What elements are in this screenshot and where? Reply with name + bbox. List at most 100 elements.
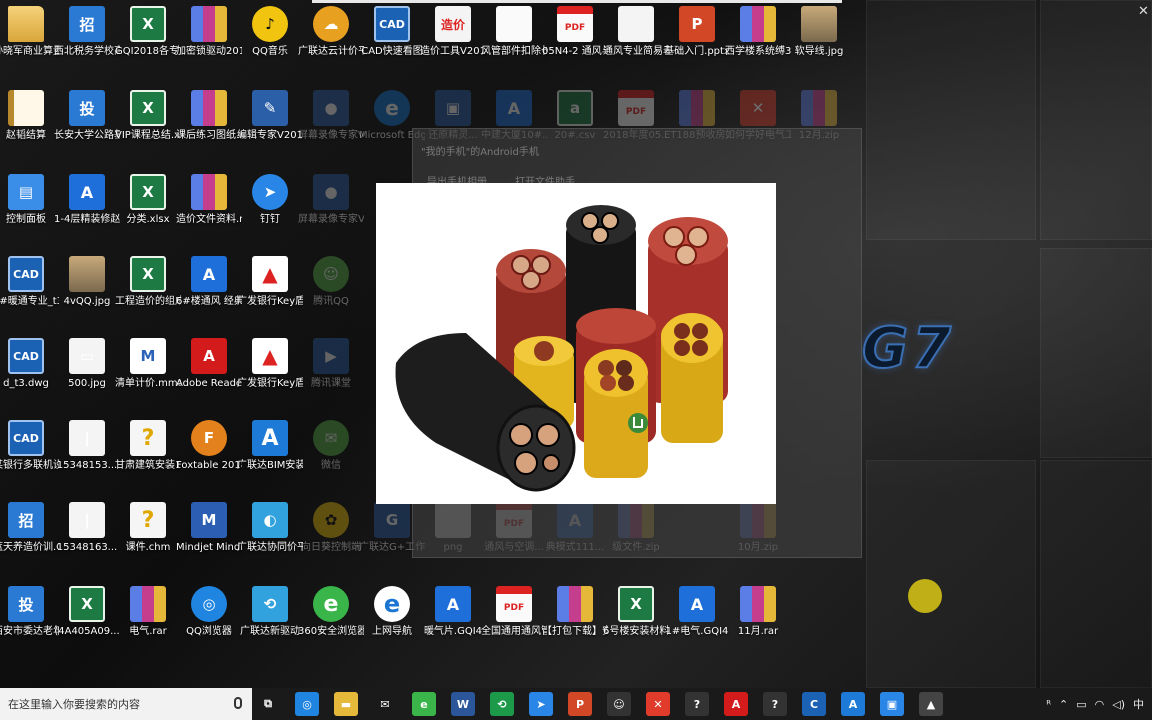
chm-icon[interactable]: ? [685, 692, 709, 716]
recorder-icon: ● [313, 174, 349, 210]
powerpoint-icon[interactable]: P [568, 692, 592, 716]
desktop-icon[interactable]: ◐ 广联达协同价平台 GB... [237, 498, 303, 578]
desktop-icon[interactable]: | 15348163... [55, 498, 119, 578]
desktop-icon[interactable]: ▭ 500.jpg [55, 334, 119, 414]
desktop-icon[interactable]: PDF 05N4-2 通风与空调工程... [542, 2, 608, 82]
desktop-icon[interactable]: X 工程造价的组成.xlsx [115, 252, 181, 332]
desktop-icon[interactable]: 软导线.jpg [787, 2, 851, 82]
desktop-icon[interactable]: X VIP课程总结.xlsx [115, 86, 181, 166]
rar-icon [740, 586, 776, 622]
desktop-icon[interactable]: X (4A405A09... [54, 582, 120, 662]
desktop-icon[interactable]: 赵韬结算 [0, 86, 58, 166]
desktop-icon[interactable]: 风管部件扣除长度.png [481, 2, 547, 82]
desktop-icon[interactable]: 【打包下载】安装常用材... [542, 582, 608, 662]
word-icon[interactable]: W [451, 692, 475, 716]
desktop-icon[interactable]: ➤ 钉钉 [238, 170, 302, 250]
desktop-icon[interactable]: A 广联达BIM安装计量GQI... [237, 416, 303, 496]
desktop-icon[interactable]: 通风专业简易表格算量G... [603, 2, 669, 82]
network-icon[interactable]: ▭ [1076, 698, 1086, 711]
desktop-icon[interactable]: CAD d_t3.dwg [0, 334, 58, 414]
desktop-icon[interactable]: 招西北税务学校高层住宅楼... [54, 2, 120, 82]
desktop-icon[interactable]: CAD CAD快速看图 [360, 2, 424, 82]
photos-icon[interactable]: ▲ [919, 692, 943, 716]
desktop-icon[interactable]: ● 屏幕录像专家V2018 [298, 170, 364, 250]
desktop-icon[interactable]: 西学楼系统缚3个文件.zip [725, 2, 791, 82]
taskbar: 在这里输入你要搜索的内容 ⧉ ◎ ▬ ✉ e W ⟲ ➤ P ☺ ✕? A? C A ▣ ▲ ᴿ ⌃ ▭ ◠ … [0, 688, 1152, 720]
desktop-icon[interactable]: ▶ 腾讯课堂 [299, 334, 363, 414]
adobe-icon[interactable]: A [724, 692, 748, 716]
qq-browser-icon[interactable]: ◎ [295, 692, 319, 716]
cable-photo-viewer[interactable] [376, 183, 776, 504]
desktop-icon[interactable]: P 基础入门.pptx [664, 2, 730, 82]
xmind-icon[interactable]: ✕ [646, 692, 670, 716]
desktop-icon[interactable]: F Foxtable 2018 [176, 416, 242, 496]
desktop-icon[interactable]: X 分类.xlsx [116, 170, 180, 250]
desktop-icon[interactable]: ▤ 控制面板 [0, 170, 58, 250]
microphone-icon[interactable] [234, 697, 242, 709]
cursor-highlight [908, 579, 942, 613]
desktop-icon[interactable]: ♪ QQ音乐 [238, 2, 302, 82]
desktop-icon[interactable]: ◎ QQ浏览器 [177, 582, 241, 662]
people-icon[interactable]: ᴿ [1046, 698, 1051, 711]
desktop-icon[interactable]: X 6号楼安装材料价.xls [603, 582, 669, 662]
desktop-icon[interactable]: ✉ 微信 [299, 416, 363, 496]
desktop-icon[interactable]: ? 甘肃建筑安装13预算定额... [115, 416, 181, 496]
desktop-icon[interactable]: e 上网导航 [360, 582, 424, 662]
close-icon[interactable]: ✕ [1138, 4, 1149, 19]
desktop-icon[interactable]: 投西安市委达老年公寓一期... [0, 582, 59, 662]
desktop-icon[interactable]: ▲ 广发银行Key盾管理工具 [237, 334, 303, 414]
sync-icon[interactable]: ⟲ [490, 692, 514, 716]
desktop-icon[interactable]: 造价 造价工具V2017 [420, 2, 486, 82]
desktop-icon[interactable]: ✿ 向日葵控制端 [299, 498, 363, 578]
desktop-icon[interactable]: ● 屏幕录像专家V2018 [298, 86, 364, 166]
task-view-icon[interactable]: ⧉ [256, 692, 280, 716]
desktop-icon[interactable]: ▲ 广发银行Key盾管理工具 [237, 252, 303, 332]
desktop-icon[interactable]: A Adobe Reader XI [176, 334, 242, 414]
desktop-icon[interactable]: A 1#电气.GQI4 [665, 582, 729, 662]
folder-icon [8, 6, 44, 42]
desktop-icon[interactable]: ✎ 编辑专家V2018 [237, 86, 303, 166]
volume-icon[interactable]: ◁) [1112, 698, 1125, 711]
desktop-icon[interactable]: CAD 6#暖通专业_t3.dwg [0, 252, 59, 332]
desktop-icon[interactable]: CAD 某银行多联机设计全套图... [0, 416, 59, 496]
desktop-icon[interactable]: ☁ 广联达云计价平台GCCP5... [298, 2, 364, 82]
desktop-icon[interactable]: 加密锁驱动2018【下... [176, 2, 242, 82]
file-explorer-icon[interactable]: ▬ [334, 692, 358, 716]
desktop-icon[interactable]: 11月.rar [726, 582, 790, 662]
desktop-icon-label: 课件.chm [125, 542, 171, 553]
desktop-icon[interactable]: 投长安大学公路基础设施创... [54, 86, 120, 166]
desktop-icon[interactable]: M Mindjet MindMan... [176, 498, 242, 578]
desktop-icon[interactable]: 课后练习图纸.rar [176, 86, 242, 166]
wifi-icon[interactable]: ◠ [1095, 698, 1105, 711]
desktop-icon[interactable]: 招蓝天养造价训.GBQ5 [0, 498, 59, 578]
zhao-icon: 招 [69, 6, 105, 42]
desktop-icon[interactable]: 电气.rar [116, 582, 180, 662]
desktop-icon-label: 向日葵控制端 [301, 542, 361, 553]
desktop-icon[interactable]: A 暖气片.GQI4 [421, 582, 485, 662]
desktop-icon[interactable]: | 15348153... [55, 416, 119, 496]
desktop-icon[interactable]: A 6#楼通风 经典模式.GQI4 [176, 252, 242, 332]
desktop-icon[interactable]: 孙晓军商业算量组价 [0, 2, 59, 82]
360-browser-icon[interactable]: e [412, 692, 436, 716]
taskbar-search-box[interactable]: 在这里输入你要搜索的内容 [0, 688, 252, 720]
desktop-icon[interactable]: e 360安全浏览器 [298, 582, 364, 662]
desktop-icon[interactable]: ☺ 腾讯QQ [299, 252, 363, 332]
desktop-icon[interactable]: PDF 全国通用通风管道配件图... [481, 582, 547, 662]
bim-icon[interactable]: A [841, 692, 865, 716]
chevron-up-icon[interactable]: ⌃ [1059, 698, 1068, 711]
desktop-icon[interactable]: ? 课件.chm [116, 498, 180, 578]
chm-icon[interactable]: ? [763, 692, 787, 716]
desktop-icon[interactable]: 4vQQ.jpg [55, 252, 119, 332]
dingtalk-icon[interactable]: ➤ [529, 692, 553, 716]
mail-icon[interactable]: ✉ [373, 692, 397, 716]
desktop-icon[interactable]: ⟲ 广联达新驱动 [238, 582, 302, 662]
desktop-icon-label: 蓝天养造价训.GBQ5 [0, 542, 59, 553]
desktop-icon[interactable]: X GQI2018各专业课程... [115, 2, 181, 82]
ime-indicator[interactable]: 中 [1133, 696, 1144, 712]
screenshot-icon[interactable]: ▣ [880, 692, 904, 716]
desktop-icon[interactable]: A 1-4层精装修赵韬.GQI4 [54, 170, 120, 250]
desktop-icon[interactable]: M 清单计价.mmap [115, 334, 181, 414]
qq-icon[interactable]: ☺ [607, 692, 631, 716]
desktop-icon[interactable]: 造价文件资料.rar [176, 170, 242, 250]
cad-icon[interactable]: C [802, 692, 826, 716]
